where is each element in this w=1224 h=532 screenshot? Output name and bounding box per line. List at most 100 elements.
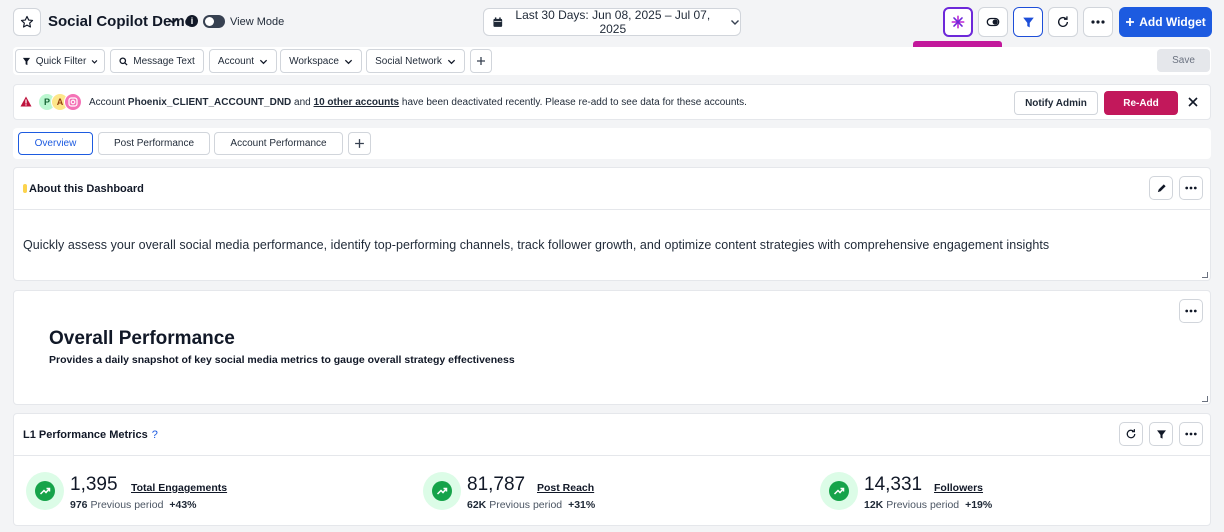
previous-label: Previous period xyxy=(90,499,164,511)
chevron-down-icon xyxy=(730,17,740,27)
workspace-filter-label: Workspace xyxy=(289,55,339,67)
message-text-label: Message Text xyxy=(133,55,195,67)
add-widget-button[interactable]: Add Widget xyxy=(1119,7,1212,37)
notify-admin-button[interactable]: Notify Admin xyxy=(1014,91,1098,115)
metric-value: 1,395 xyxy=(70,474,118,495)
metric-label-link[interactable]: Post Reach xyxy=(537,482,594,494)
metric-label-link[interactable]: Total Engagements xyxy=(131,482,227,494)
date-range-label: Last 30 Days: Jun 08, 2025 – Jul 07, 202… xyxy=(515,8,711,36)
add-widget-label: Add Widget xyxy=(1139,15,1206,29)
help-icon[interactable]: ? xyxy=(152,429,158,441)
lightbulb-icon xyxy=(23,184,27,193)
change-percent: +19% xyxy=(965,499,993,511)
previous-label: Previous period xyxy=(886,499,960,511)
previous-label: Previous period xyxy=(489,499,563,511)
refresh-icon xyxy=(1057,16,1069,27)
trending-up-icon xyxy=(423,472,461,510)
contrast-toggle-icon xyxy=(986,17,1000,27)
filter-bar: Quick Filter Message Text Account Worksp… xyxy=(13,47,1211,75)
avatar-stack-more xyxy=(64,93,82,111)
metric-value: 81,787 xyxy=(467,474,526,495)
dashboard-tabs: Overview Post Performance Account Perfor… xyxy=(13,128,1211,159)
about-widget-title: About this Dashboard xyxy=(29,183,144,195)
info-icon[interactable]: i xyxy=(186,15,198,27)
tab-overview[interactable]: Overview xyxy=(18,132,93,155)
widget-title: L1 Performance Metrics? xyxy=(23,429,158,441)
previous-value: 976 xyxy=(70,499,88,511)
date-range-picker[interactable]: Last 30 Days: Jun 08, 2025 – Jul 07, 202… xyxy=(483,8,741,36)
view-mode-toggle[interactable] xyxy=(203,15,225,28)
metric-card-total-engagements: 1,395 Total Engagements 976 Previous per… xyxy=(26,472,326,512)
l1-performance-metrics-widget: L1 Performance Metrics? 1,395 Total Enga… xyxy=(13,413,1211,526)
change-percent: +43% xyxy=(169,499,197,511)
overall-performance-widget: Overall Performance Provides a daily sna… xyxy=(13,290,1211,405)
chevron-down-icon xyxy=(447,59,455,64)
account-filter-label: Account xyxy=(217,55,255,67)
filter-icon xyxy=(1022,17,1034,27)
alert-text-suffix: have been deactivated recently. Please r… xyxy=(399,97,747,108)
favorite-button[interactable] xyxy=(13,8,41,36)
edit-widget-button[interactable] xyxy=(1149,176,1173,200)
workspace-filter-dropdown[interactable]: Workspace xyxy=(280,49,362,73)
widget-refresh-button[interactable] xyxy=(1119,422,1143,446)
copilot-button[interactable] xyxy=(943,7,973,37)
theme-toggle-button[interactable] xyxy=(978,7,1008,37)
previous-value: 62K xyxy=(467,499,487,511)
overall-performance-subtitle: Provides a daily snapshot of key social … xyxy=(49,354,515,366)
account-avatars: P A xyxy=(38,93,90,113)
plus-icon xyxy=(355,139,364,148)
save-button[interactable]: Save xyxy=(1157,49,1210,72)
previous-value: 12K xyxy=(864,499,884,511)
resize-handle[interactable] xyxy=(1202,272,1208,278)
sparkle-icon xyxy=(951,15,965,29)
resize-handle[interactable] xyxy=(1202,396,1208,402)
widget-more-button[interactable] xyxy=(1179,299,1203,323)
metric-value: 14,331 xyxy=(864,474,923,495)
metric-previous-period: 62K Previous period +31% xyxy=(467,499,595,511)
dashboard-header: Social Copilot Demo i View Mode Last 30 … xyxy=(0,0,1224,44)
quick-filter-dropdown[interactable]: Quick Filter xyxy=(15,49,105,73)
widget-more-button[interactable] xyxy=(1179,176,1203,200)
ellipsis-icon xyxy=(1185,186,1197,190)
add-tab-button[interactable] xyxy=(348,132,371,155)
refresh-button[interactable] xyxy=(1048,7,1078,37)
social-network-filter-label: Social Network xyxy=(375,55,442,67)
metric-previous-period: 12K Previous period +19% xyxy=(864,499,992,511)
quick-filter-icon xyxy=(22,57,30,65)
star-icon xyxy=(20,15,34,28)
alert-message: Account Phoenix_CLIENT_ACCOUNT_DND and 1… xyxy=(89,97,747,108)
ellipsis-icon xyxy=(1091,20,1105,24)
social-network-filter-dropdown[interactable]: Social Network xyxy=(366,49,465,73)
more-options-button[interactable] xyxy=(1083,7,1113,37)
about-dashboard-widget: About this Dashboard Quickly assess your… xyxy=(13,167,1211,281)
metric-card-post-reach: 81,787 Post Reach 62K Previous period +3… xyxy=(423,472,723,512)
widget-title: About this Dashboard xyxy=(23,183,144,195)
message-text-filter[interactable]: Message Text xyxy=(110,49,204,73)
chevron-down-icon xyxy=(344,59,353,64)
plus-icon xyxy=(477,57,485,65)
tab-account-performance[interactable]: Account Performance xyxy=(214,132,343,155)
ellipsis-icon xyxy=(1185,309,1197,313)
add-filter-button[interactable] xyxy=(470,49,492,73)
dashboard-menu-chevron[interactable] xyxy=(164,12,182,30)
filter-button[interactable] xyxy=(1013,7,1043,37)
plus-icon xyxy=(1126,18,1135,26)
close-icon[interactable] xyxy=(1187,96,1199,108)
deactivated-accounts-alert: P A Account Phoenix_CLIENT_ACCOUNT_DND a… xyxy=(13,84,1211,120)
re-add-button[interactable]: Re-Add xyxy=(1104,91,1178,115)
change-percent: +31% xyxy=(568,499,596,511)
metric-card-followers: 14,331 Followers 12K Previous period +19… xyxy=(820,472,1120,512)
widget-more-button[interactable] xyxy=(1179,422,1203,446)
metric-previous-period: 976 Previous period +43% xyxy=(70,499,197,511)
other-accounts-link[interactable]: 10 other accounts xyxy=(314,97,400,108)
metric-label-link[interactable]: Followers xyxy=(934,482,983,494)
account-filter-dropdown[interactable]: Account xyxy=(209,49,277,73)
trending-up-icon xyxy=(26,472,64,510)
overall-performance-title: Overall Performance xyxy=(49,328,235,349)
filter-icon xyxy=(1156,429,1166,439)
widget-filter-button[interactable] xyxy=(1149,422,1173,446)
tab-post-performance[interactable]: Post Performance xyxy=(98,132,210,155)
ellipsis-icon xyxy=(1185,432,1197,436)
widget-header: About this Dashboard xyxy=(14,168,1210,210)
chevron-down-icon xyxy=(91,59,98,64)
